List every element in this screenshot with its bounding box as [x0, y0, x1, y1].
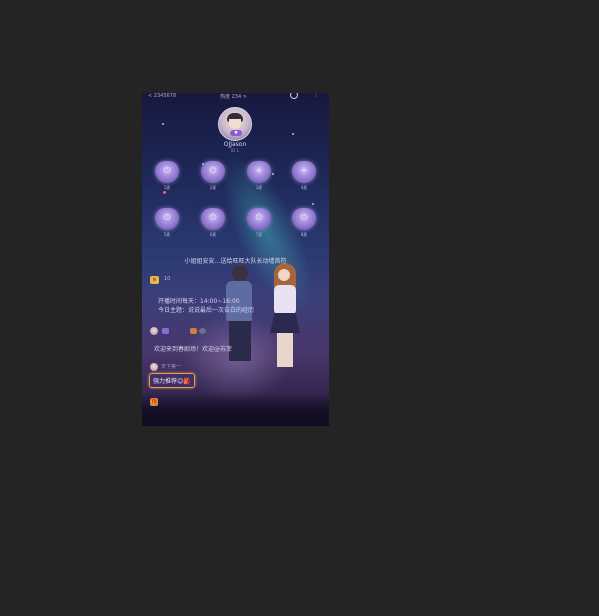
host-badge: ♥ [230, 130, 242, 136]
mic-seat-1[interactable]: ⏻ 1麦 [153, 161, 181, 195]
girl-legs [277, 333, 293, 367]
more-icon[interactable]: ⋮ [313, 93, 319, 98]
star-decoration [292, 133, 294, 135]
host-id: ID 1 [230, 148, 240, 153]
power-icon: ⏻ [209, 166, 217, 176]
fan-badge-icon [199, 328, 206, 334]
boy-legs [229, 321, 251, 361]
star-decoration [312, 203, 314, 205]
seat-label: 6麦 [209, 232, 217, 237]
crown-icon[interactable]: ♛ [150, 276, 159, 284]
level-badge-icon [162, 328, 169, 334]
seat-label: 4麦 [300, 185, 308, 190]
mic-seat-4[interactable]: + 4麦 [290, 161, 318, 195]
power-icon: ⏻ [300, 213, 308, 223]
mic-seat-2[interactable]: ⏻ 2麦 [199, 161, 227, 195]
seat-label: 2麦 [209, 185, 217, 190]
boy-head [232, 265, 248, 281]
grass-decoration [142, 393, 329, 426]
heat-counter[interactable]: 热度 234 > [220, 93, 247, 100]
gift-icon[interactable]: 🎁 [150, 398, 158, 406]
status-bar: < 2345678 热度 234 > ⋮ [142, 93, 329, 101]
user-avatar[interactable] [150, 327, 158, 335]
plus-icon: + [300, 166, 308, 176]
girl-face [278, 269, 290, 281]
seat-label: 8麦 [300, 232, 308, 237]
avatar-face [229, 119, 241, 129]
host-name: OJJason [223, 141, 247, 148]
mic-seat-6[interactable]: ⏻ 6麦 [199, 208, 227, 242]
seat-label: 3麦 [255, 185, 263, 190]
seat-label: 5麦 [163, 232, 171, 237]
chat-bubble: 强力推荐😊🎒 [149, 373, 195, 388]
girl-skirt [270, 313, 300, 333]
mic-seat-5[interactable]: ⏻ 5麦 [153, 208, 181, 242]
chat-user-name[interactable]: 天下第一 [161, 363, 181, 370]
user-avatar[interactable] [150, 363, 158, 371]
power-icon: ⏻ [163, 166, 171, 176]
power-icon: ⏻ [163, 213, 171, 223]
welcome-message: 欢迎来到春剧场！欢迎@苏菲 [154, 346, 233, 353]
star-decoration [162, 123, 164, 125]
indicator-dot [163, 191, 166, 194]
power-icon: ⏻ [209, 213, 217, 223]
back-label[interactable]: < 2345678 [148, 93, 176, 99]
seat-label: 1麦 [163, 185, 171, 190]
room-rule-line-2: 今日主题：说说最后一次告白的经历 [158, 307, 255, 314]
room-rule-line-1: 开播时间每天：14:00~16:00 [158, 298, 240, 305]
girl-body [274, 285, 296, 315]
circle-icon[interactable] [290, 93, 298, 99]
seat-label: 7麦 [255, 232, 263, 237]
mic-seat-8[interactable]: ⏻ 8麦 [290, 208, 318, 242]
room-notice[interactable]: 小姐姐安安…送给旺旺大队长动墙首符 [142, 256, 329, 265]
live-room-screen: < 2345678 热度 234 > ⋮ ♥ OJJason ID 1 ⏻ 1麦… [142, 93, 329, 426]
mic-seat-3[interactable]: + 3麦 [245, 161, 273, 195]
medal-icon [190, 328, 197, 334]
plus-icon: + [255, 166, 263, 176]
power-icon: ⏻ [255, 213, 263, 223]
rank-count: 10 [164, 276, 171, 282]
mic-seat-7[interactable]: ⏻ 7麦 [245, 208, 273, 242]
